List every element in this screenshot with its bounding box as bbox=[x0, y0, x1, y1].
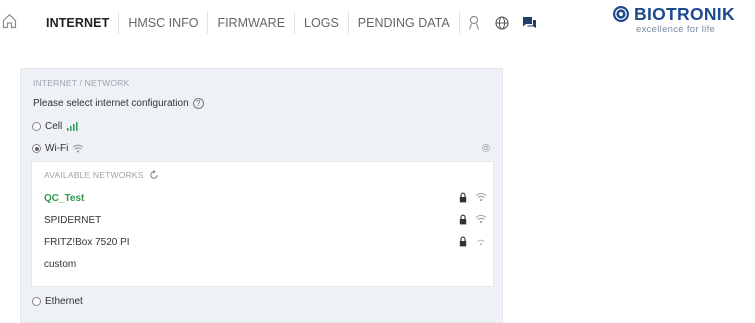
wifi-radio[interactable] bbox=[32, 144, 41, 153]
option-cell[interactable]: Cell bbox=[32, 121, 78, 132]
wifi-icon bbox=[73, 144, 84, 153]
wifi-label: Wi-Fi bbox=[45, 143, 69, 154]
config-prompt: Please select internet configuration ? bbox=[33, 98, 204, 109]
networks-title: AVAILABLE NETWORKS bbox=[44, 170, 159, 180]
config-prompt-text: Please select internet configuration bbox=[33, 98, 189, 109]
option-wifi[interactable]: Wi-Fi bbox=[32, 143, 84, 154]
globe-icon bbox=[495, 16, 509, 30]
main-nav: INTERNET HMSC INFO FIRMWARE LOGS PENDING… bbox=[37, 0, 544, 46]
user-icon bbox=[468, 15, 479, 30]
network-name: custom bbox=[44, 259, 77, 270]
wifi-settings-gear-icon[interactable] bbox=[480, 142, 492, 154]
top-navigation-bar: INTERNET HMSC INFO FIRMWARE LOGS PENDING… bbox=[0, 0, 755, 46]
internet-network-panel: INTERNET / NETWORK Please select interne… bbox=[20, 68, 503, 323]
lock-icon bbox=[459, 214, 467, 225]
language-button[interactable] bbox=[488, 12, 516, 34]
network-name: QC_Test bbox=[44, 193, 85, 204]
network-row[interactable]: SPIDERNET bbox=[32, 210, 493, 232]
refresh-icon[interactable] bbox=[149, 170, 159, 180]
option-ethernet[interactable]: Ethernet bbox=[32, 296, 83, 307]
wifi-signal-weak-icon bbox=[477, 239, 485, 246]
networks-title-text: AVAILABLE NETWORKS bbox=[44, 170, 144, 180]
network-row-custom[interactable]: custom bbox=[32, 254, 493, 276]
section-title: INTERNET / NETWORK bbox=[33, 78, 130, 88]
brand-tagline: excellence for life bbox=[636, 24, 716, 35]
lock-icon bbox=[459, 192, 467, 203]
messages-button[interactable] bbox=[516, 12, 544, 34]
biotronik-mark-icon bbox=[613, 6, 629, 22]
brand-name: BIOTRONIK bbox=[634, 4, 735, 24]
tab-internet[interactable]: INTERNET bbox=[37, 12, 120, 34]
network-name: SPIDERNET bbox=[44, 215, 102, 226]
wifi-signal-icon bbox=[475, 192, 487, 202]
lock-icon bbox=[459, 236, 467, 247]
chat-bubbles-icon bbox=[523, 17, 537, 28]
network-row[interactable]: QC_Test bbox=[32, 188, 493, 210]
home-icon bbox=[2, 14, 16, 29]
help-icon[interactable]: ? bbox=[192, 98, 204, 109]
user-button[interactable] bbox=[460, 12, 488, 34]
biotronik-logo: BIOTRONIK excellence for life bbox=[612, 4, 755, 40]
cell-radio[interactable] bbox=[32, 122, 41, 131]
ethernet-label: Ethernet bbox=[45, 296, 83, 307]
network-row[interactable]: FRITZ!Box 7520 PI bbox=[32, 232, 493, 254]
tab-pending-data[interactable]: PENDING DATA bbox=[349, 12, 460, 34]
signal-bars-icon bbox=[67, 122, 78, 131]
tab-firmware[interactable]: FIRMWARE bbox=[208, 12, 296, 34]
network-name: FRITZ!Box 7520 PI bbox=[44, 237, 130, 248]
tab-hmsc-info[interactable]: HMSC INFO bbox=[119, 12, 209, 34]
tab-logs[interactable]: LOGS bbox=[295, 12, 349, 34]
available-networks-list: AVAILABLE NETWORKS QC_Test SPIDERNET FRI… bbox=[31, 161, 494, 287]
wifi-signal-icon bbox=[475, 214, 487, 224]
cell-label: Cell bbox=[45, 121, 63, 132]
home-button[interactable] bbox=[1, 12, 17, 30]
ethernet-radio[interactable] bbox=[32, 297, 41, 306]
